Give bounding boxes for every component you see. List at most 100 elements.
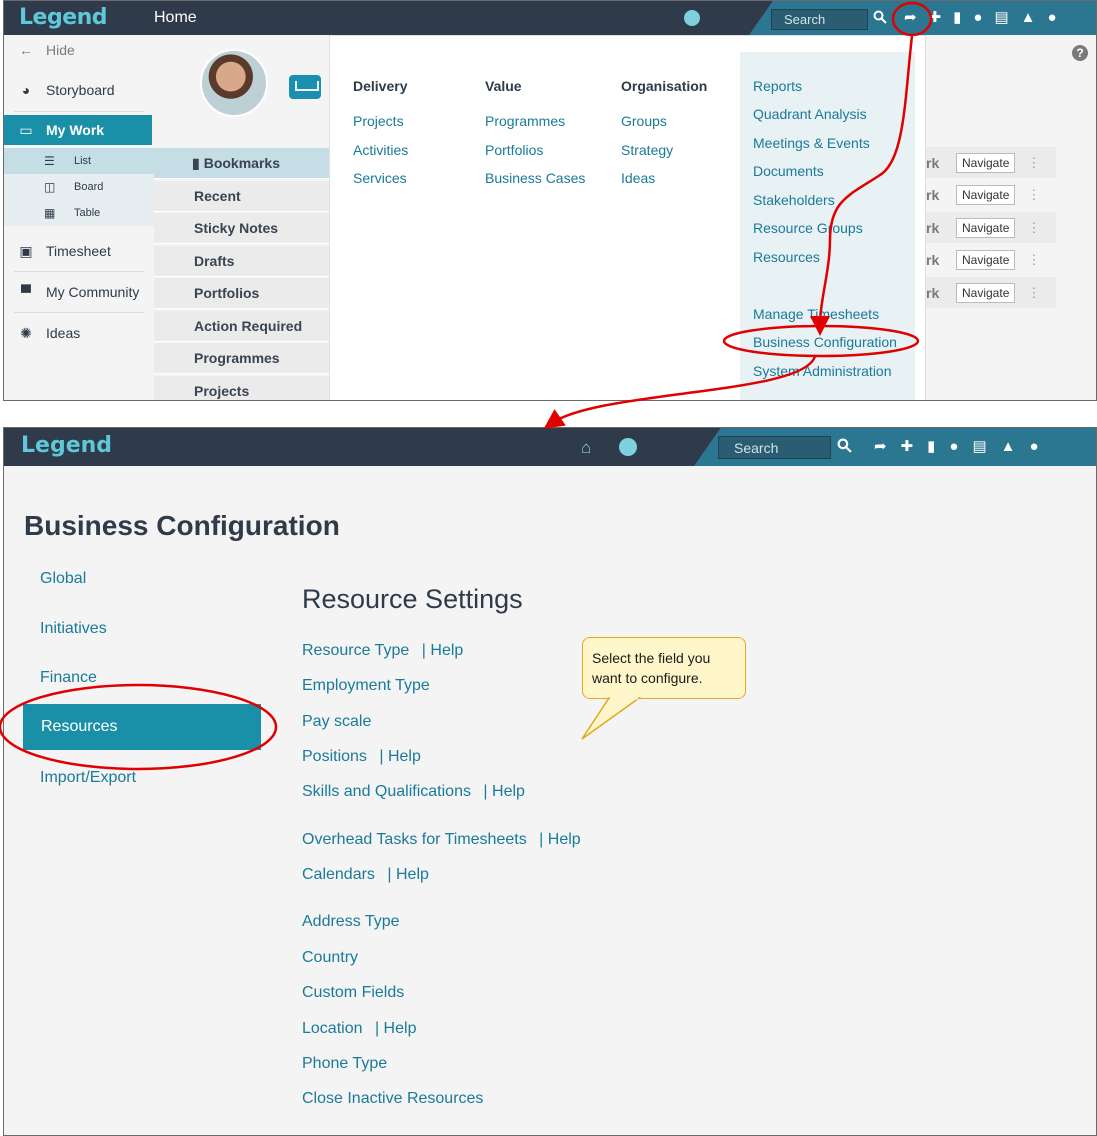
help-link[interactable]: | Help xyxy=(539,831,581,848)
user-icon[interactable]: ● xyxy=(1030,439,1039,454)
location-link-row: Location | Help xyxy=(302,1020,416,1038)
more-options-icon[interactable]: ⋮ xyxy=(1027,285,1040,301)
location-link[interactable]: Location xyxy=(302,1020,363,1037)
document-icon[interactable]: ▤ xyxy=(972,439,986,454)
nav-item-global[interactable]: Global xyxy=(40,570,86,588)
plus-icon[interactable]: ✚ xyxy=(929,10,942,25)
custom-fields-link[interactable]: Custom Fields xyxy=(302,984,404,1002)
menu-item-activities[interactable]: Activities xyxy=(353,142,408,158)
menu-item-system-administration[interactable]: System Administration xyxy=(753,363,892,379)
more-options-icon[interactable]: ⋮ xyxy=(1027,155,1040,171)
menu-item-business-configuration[interactable]: Business Configuration xyxy=(753,334,897,350)
navigate-button[interactable]: Navigate xyxy=(956,152,1016,173)
search-icon[interactable] xyxy=(837,438,852,458)
globe-icon[interactable] xyxy=(619,438,637,456)
menu-item-documents[interactable]: Documents xyxy=(753,163,824,179)
navigate-button[interactable]: Navigate xyxy=(956,282,1016,303)
mid-item-projects[interactable]: Projects xyxy=(154,376,329,400)
resource-type-link[interactable]: Resource Type xyxy=(302,642,409,659)
positions-link[interactable]: Positions xyxy=(302,748,367,765)
menu-item-ideas[interactable]: Ideas xyxy=(621,170,655,186)
menu-item-groups[interactable]: Groups xyxy=(621,113,667,129)
mid-item-programmes[interactable]: Programmes xyxy=(154,343,329,374)
home-icon[interactable]: ⌂ xyxy=(581,438,591,458)
menu-item-manage-timesheets[interactable]: Manage Timesheets xyxy=(753,306,879,322)
chat-icon[interactable]: ● xyxy=(973,10,982,25)
sidebar-item-my-community[interactable]: ▀ My Community xyxy=(4,275,154,309)
help-link[interactable]: | Help xyxy=(422,642,464,659)
menu-item-services[interactable]: Services xyxy=(353,170,407,186)
menu-item-stakeholders[interactable]: Stakeholders xyxy=(753,192,835,208)
pay-scale-link[interactable]: Pay scale xyxy=(302,713,371,731)
more-options-icon[interactable]: ⋮ xyxy=(1027,252,1040,268)
chat-icon[interactable]: ● xyxy=(949,439,958,454)
navigate-button[interactable]: Navigate xyxy=(956,249,1016,270)
sidebar-subitem-label: Board xyxy=(74,181,104,193)
calendars-link[interactable]: Calendars xyxy=(302,866,375,883)
inbox-tray-icon[interactable] xyxy=(289,75,321,99)
close-inactive-resources-link[interactable]: Close Inactive Resources xyxy=(302,1090,483,1108)
overhead-tasks-link[interactable]: Overhead Tasks for Timesheets xyxy=(302,831,527,848)
help-icon[interactable]: ? xyxy=(1072,45,1088,61)
menu-item-resources[interactable]: Resources xyxy=(753,249,820,265)
menu-item-portfolios[interactable]: Portfolios xyxy=(485,142,543,158)
menu-item-meetings-events[interactable]: Meetings & Events xyxy=(753,135,870,151)
mid-item-recent[interactable]: Recent xyxy=(154,181,329,212)
menu-item-resource-groups[interactable]: Resource Groups xyxy=(753,220,863,236)
nav-item-resources[interactable]: Resources xyxy=(23,704,261,750)
mid-item-sticky-notes[interactable]: Sticky Notes xyxy=(154,213,329,244)
legend-logo[interactable]: Legend xyxy=(19,5,108,30)
navigate-button[interactable]: Navigate xyxy=(956,184,1016,205)
sidebar-subitem-list[interactable]: ☰ List xyxy=(4,148,154,174)
search-input[interactable]: Search xyxy=(771,9,868,30)
menu-item-strategy[interactable]: Strategy xyxy=(621,142,673,158)
legend-logo[interactable]: Legend xyxy=(21,433,112,458)
nav-item-initiatives[interactable]: Initiatives xyxy=(40,620,107,638)
nav-item-import-export[interactable]: Import/Export xyxy=(40,769,136,787)
employment-type-link[interactable]: Employment Type xyxy=(302,677,430,695)
bookmark-icon[interactable]: ▮ xyxy=(927,439,935,454)
sidebar-item-ideas[interactable]: ✺ Ideas xyxy=(4,316,154,350)
mid-item-portfolios[interactable]: Portfolios xyxy=(154,278,329,309)
mid-item-drafts[interactable]: Drafts xyxy=(154,246,329,277)
globe-icon[interactable] xyxy=(684,10,700,26)
share-arrow-icon[interactable]: ➦ xyxy=(904,10,917,25)
search-input[interactable]: Search xyxy=(718,436,831,459)
bookmark-icon[interactable]: ▮ xyxy=(953,10,961,25)
search-icon[interactable] xyxy=(873,10,887,29)
menu-heading-value: Value xyxy=(485,78,522,94)
sidebar-subitem-board[interactable]: ◫ Board xyxy=(4,174,154,200)
sidebar-item-storyboard[interactable]: ◕ Storyboard xyxy=(4,73,154,107)
help-link[interactable]: | Help xyxy=(387,866,429,883)
bell-icon[interactable]: ▲ xyxy=(1021,10,1036,25)
sidebar-subitem-table[interactable]: ▦ Table xyxy=(4,200,154,226)
user-icon[interactable]: ● xyxy=(1048,10,1057,25)
mid-item-bookmarks[interactable]: ▮ Bookmarks xyxy=(154,148,329,179)
help-link[interactable]: | Help xyxy=(483,783,525,800)
country-link[interactable]: Country xyxy=(302,949,358,967)
avatar[interactable] xyxy=(200,49,268,117)
hide-sidebar-button[interactable]: ← Hide xyxy=(4,35,154,65)
help-link[interactable]: | Help xyxy=(375,1020,417,1037)
more-options-icon[interactable]: ⋮ xyxy=(1027,187,1040,203)
menu-item-quadrant-analysis[interactable]: Quadrant Analysis xyxy=(753,106,867,122)
skills-qualifications-link[interactable]: Skills and Qualifications xyxy=(302,783,471,800)
overhead-link-row: Overhead Tasks for Timesheets | Help xyxy=(302,831,581,849)
sidebar-item-my-work[interactable]: ▭ My Work xyxy=(4,115,152,145)
address-type-link[interactable]: Address Type xyxy=(302,913,400,931)
sidebar-item-timesheet[interactable]: ▣ Timesheet xyxy=(4,234,154,268)
menu-item-business-cases[interactable]: Business Cases xyxy=(485,170,585,186)
share-arrow-icon[interactable]: ➦ xyxy=(874,439,887,454)
menu-item-programmes[interactable]: Programmes xyxy=(485,113,565,129)
mid-item-action-required[interactable]: Action Required xyxy=(154,311,329,342)
nav-item-finance[interactable]: Finance xyxy=(40,669,97,687)
document-icon[interactable]: ▤ xyxy=(994,10,1008,25)
plus-icon[interactable]: ✚ xyxy=(901,439,914,454)
phone-type-link[interactable]: Phone Type xyxy=(302,1055,387,1073)
menu-item-reports[interactable]: Reports xyxy=(753,78,802,94)
menu-item-projects[interactable]: Projects xyxy=(353,113,404,129)
help-link[interactable]: | Help xyxy=(379,748,421,765)
navigate-button[interactable]: Navigate xyxy=(956,217,1016,238)
more-options-icon[interactable]: ⋮ xyxy=(1027,220,1040,236)
bell-icon[interactable]: ▲ xyxy=(1001,439,1016,454)
